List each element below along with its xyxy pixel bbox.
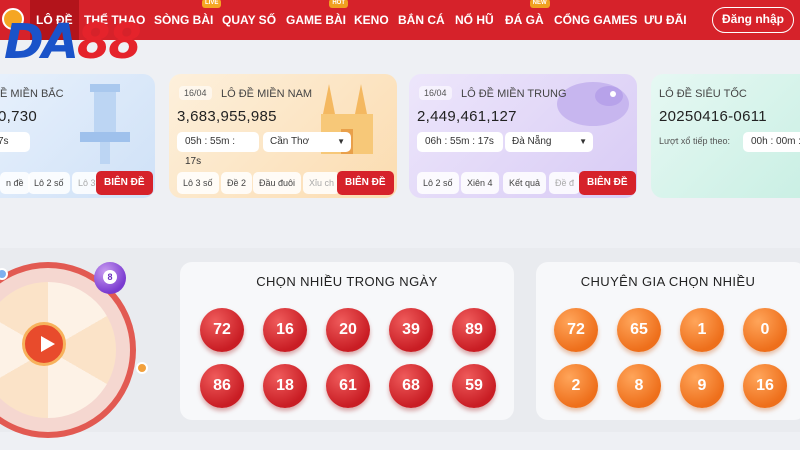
region-select[interactable]: Đà Nẵng ▼ [505,132,593,152]
number-ball[interactable]: 86 [200,364,244,408]
lottery-card-mien-trung[interactable]: 16/04 LÔ ĐỀ MIỀN TRUNG 2,449,461,127 06h… [409,74,637,198]
nav-item-keno[interactable]: KENO [354,0,389,40]
countdown-timer: 00h : 00m : [743,132,800,152]
number-ball[interactable]: 72 [554,308,598,352]
ball-number: 8 [103,270,117,284]
play-icon [41,336,55,352]
number-ball[interactable]: 20 [326,308,370,352]
bet-button[interactable]: BIÊN ĐỀ [96,171,153,195]
draw-date: 16/04 [179,86,212,100]
chevron-down-icon: ▼ [579,137,587,146]
bet-type-chip[interactable]: Kết quả [503,172,547,194]
panel-title: CHỌN NHIỀU TRONG NGÀY [256,274,438,289]
number-ball[interactable]: 68 [389,364,433,408]
next-draw-label: Lượt xổ tiếp theo: [659,136,730,146]
nav-item-uu-dai[interactable]: ƯU ĐÃI [644,0,687,40]
nav-item-ban-ca[interactable]: BẮN CÁ [398,0,445,40]
number-ball[interactable]: 72 [200,308,244,352]
nav-item-no-hu[interactable]: NỔ HŨ [455,0,494,40]
countdown-timer: 05h : 55m : 17s [177,132,259,167]
nav-label: NỔ HŨ [455,13,494,27]
jackpot-amount: 3,683,955,985 [177,108,277,125]
panel-title: CHUYÊN GIA CHỌN NHIỀU [580,274,756,289]
decor-dot-icon [136,362,148,374]
new-badge: NEW [529,0,550,8]
card-title: LÔ ĐỀ MIỀN TRUNG [461,88,567,100]
countdown-timer: 7s [0,132,30,152]
card-title: Ề MIỀN BẮC [0,88,64,100]
lottery-card-mien-bac[interactable]: Ề MIỀN BẮC 0,730 7s n đề Lô 2 số Lô 3 BI… [0,74,155,198]
da88-logo[interactable]: DA88 [4,14,142,70]
number-ball[interactable]: 59 [452,364,496,408]
number-ball[interactable]: 89 [452,308,496,352]
region-select-value: Cần Thơ [270,136,310,147]
bet-type-chip[interactable]: Xiên 4 [461,172,499,194]
number-ball[interactable]: 0 [743,308,787,352]
number-ball[interactable]: 8 [617,364,661,408]
nav-label: SÒNG BÀI [154,13,214,27]
nav-label: QUAY SỐ [222,13,277,27]
countdown-timer: 06h : 55m : 17s [417,132,503,152]
logo-text-88: 88 [77,14,142,70]
bet-type-chip[interactable]: Lô 2 số [28,172,70,194]
hot-badge: HOT [329,0,348,8]
number-ball[interactable]: 9 [680,364,724,408]
bet-type-chip[interactable]: Xỉu ch [303,172,341,194]
nav-label: KENO [354,13,389,27]
logo-text-da: DA [4,14,79,70]
bet-type-chip[interactable]: Đề 2 [221,172,253,194]
bet-type-chip[interactable]: Đầu đuôi [253,172,302,194]
nav-label: ƯU ĐÃI [644,13,687,27]
lottery-card-sieu-toc[interactable]: LÔ ĐỀ SIÊU TỐC 20250416-0611 Lượt xổ tiế… [651,74,800,198]
expert-picks-panel: CHUYÊN GIA CHỌN NHIỀU 72 65 1 0 2 8 9 16 [536,262,800,420]
number-ball[interactable]: 61 [326,364,370,408]
draw-date: 16/04 [419,86,452,100]
bet-type-chip[interactable]: n đề [0,172,30,194]
number-ball[interactable]: 16 [743,364,787,408]
nav-item-cong-games[interactable]: CỔNG GAMES [554,0,637,40]
lottery-ball-icon: 8 [94,262,126,294]
lottery-card-mien-nam[interactable]: 16/04 LÔ ĐỀ MIỀN NAM 3,683,955,985 05h :… [169,74,397,198]
bet-type-chip[interactable]: Lô 2 số [417,172,459,194]
popular-today-panel: CHỌN NHIỀU TRONG NGÀY 72 16 20 39 89 86 … [180,262,514,420]
live-badge: LIVE [202,0,222,8]
bet-button[interactable]: BIÊN ĐỀ [337,171,394,195]
number-ball[interactable]: 16 [263,308,307,352]
nav-item-game-bai[interactable]: GAME BÀI HOT [286,0,348,40]
bet-type-chip[interactable]: Lô 3 số [177,172,219,194]
number-ball[interactable]: 65 [617,308,661,352]
number-ball[interactable]: 39 [389,308,433,352]
region-select[interactable]: Cần Thơ ▼ [263,132,351,152]
nav-item-da-ga[interactable]: ĐÁ GÀ NEW [505,0,550,40]
chevron-down-icon: ▼ [337,137,345,146]
nav-item-quay-so[interactable]: QUAY SỐ [222,0,276,40]
bet-button[interactable]: BIÊN ĐỀ [579,171,636,195]
nav-item-song-bai[interactable]: SÒNG BÀI LIVE [154,0,222,40]
draw-id: 20250416-0611 [659,108,767,125]
jackpot-amount: 0,730 [0,108,38,125]
bet-type-chip[interactable]: Đề đ [549,172,581,194]
nav-label: ĐÁ GÀ [505,13,544,27]
pagoda-illustration [80,84,130,164]
jackpot-amount: 2,449,461,127 [417,108,517,125]
login-button[interactable]: Đăng nhập [712,7,794,33]
nav-label: BẮN CÁ [398,13,445,27]
number-ball[interactable]: 18 [263,364,307,408]
number-ball[interactable]: 1 [680,308,724,352]
spin-play-button[interactable] [22,322,66,366]
number-ball[interactable]: 2 [554,364,598,408]
card-title: LÔ ĐỀ MIỀN NAM [221,88,313,100]
card-title: LÔ ĐỀ SIÊU TỐC [659,88,747,100]
region-select-value: Đà Nẵng [512,136,552,147]
nav-label: GAME BÀI [286,13,346,27]
nav-label: CỔNG GAMES [554,13,638,27]
